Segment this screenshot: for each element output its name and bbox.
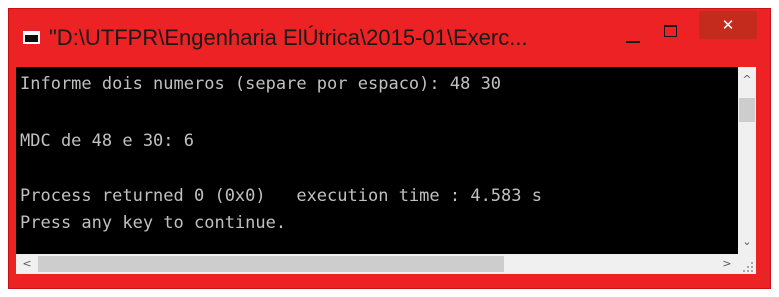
- minimize-button[interactable]: [616, 19, 652, 55]
- scroll-up-icon[interactable]: ^: [738, 71, 756, 89]
- console-window-icon[interactable]: [23, 31, 40, 44]
- maximize-icon: [664, 25, 677, 37]
- console-window: "D:\UTFPR\Engenharia ElÚtrica\2015-01\Ex…: [8, 8, 771, 289]
- close-button[interactable]: ✕: [699, 11, 757, 39]
- scroll-right-icon[interactable]: >: [718, 254, 736, 274]
- scroll-down-icon[interactable]: ⌄: [738, 233, 756, 251]
- close-icon: ✕: [721, 16, 735, 34]
- console-line-6: Press any key to continue.: [20, 213, 287, 233]
- maximize-button[interactable]: [654, 19, 690, 55]
- minimize-icon: [626, 41, 640, 43]
- horizontal-scroll-thumb[interactable]: [38, 256, 504, 272]
- resize-grip-icon[interactable]: [738, 254, 756, 274]
- console-line-5: Process returned 0 (0x0) execution time …: [20, 186, 542, 206]
- horizontal-scrollbar[interactable]: < >: [16, 254, 738, 274]
- console-line-1: Informe dois numeros (separe por espaco)…: [20, 74, 502, 94]
- title-bar[interactable]: "D:\UTFPR\Engenharia ElÚtrica\2015-01\Ex…: [9, 9, 770, 67]
- console-line-3: MDC de 48 e 30: 6: [20, 131, 194, 151]
- console-output[interactable]: Informe dois numeros (separe por espaco)…: [16, 67, 738, 254]
- window-title: "D:\UTFPR\Engenharia ElÚtrica\2015-01\Ex…: [49, 25, 528, 50]
- scroll-left-icon[interactable]: <: [18, 254, 36, 274]
- vertical-scroll-thumb[interactable]: [739, 98, 755, 122]
- vertical-scrollbar[interactable]: ^ ⌄: [738, 67, 756, 254]
